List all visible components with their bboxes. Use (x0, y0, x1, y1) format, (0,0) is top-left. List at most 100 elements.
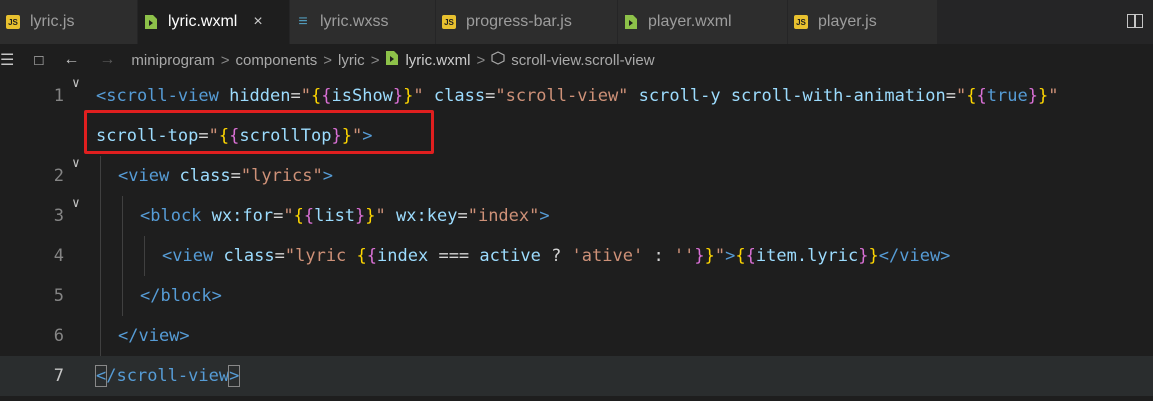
code-token: { (976, 86, 987, 106)
tab-label: player.wxml (648, 13, 732, 30)
line-number: 3 (53, 206, 64, 226)
code-token: === (428, 246, 480, 266)
code-token: } (694, 246, 705, 266)
tab-lyric-wxml[interactable]: lyric.wxml × (138, 0, 290, 44)
line-number: 6 (53, 326, 64, 346)
code-token: class (179, 166, 231, 186)
code-line[interactable]: 5 </block> (0, 276, 1153, 316)
editor-tab-bar: JS lyric.js lyric.wxml × ≡ lyric.wxss JS progre… (0, 0, 1153, 44)
code-text: <block wx:for="{{list}}" wx:key="index"> (140, 196, 550, 236)
code-token: " (283, 206, 294, 226)
split-editor-icon[interactable] (1127, 14, 1143, 28)
breadcrumb-item-lyric[interactable]: lyric (338, 52, 365, 69)
code-token: "index" (467, 206, 540, 226)
line-number: 2 (53, 166, 64, 186)
code-line[interactable]: 6 </view> (0, 316, 1153, 356)
annotation-highlight-box (84, 110, 434, 154)
code-line[interactable]: 3 ∨ <block wx:for="{{list}}" wx:key="index… (0, 196, 1153, 236)
fold-chevron-icon[interactable]: ∨ (72, 64, 80, 104)
code-token: " (956, 86, 967, 106)
code-token: " (375, 206, 386, 226)
code-token: } (403, 86, 414, 106)
css-file-icon: ≡ (298, 13, 308, 30)
code-line[interactable]: 7 </scroll-view> (0, 356, 1153, 396)
js-file-icon: JS (6, 15, 20, 29)
code-token: = (290, 86, 301, 106)
wxml-file-icon (624, 15, 638, 29)
code-token: class (433, 86, 486, 106)
tab-progress-bar-js[interactable]: JS progress-bar.js (436, 0, 618, 44)
code-token: > (228, 365, 241, 387)
tab-lyric-js[interactable]: JS lyric.js (0, 0, 138, 44)
code-text: </view> (118, 316, 190, 356)
code-text: </block> (140, 276, 222, 316)
code-token: } (858, 246, 869, 266)
code-line[interactable]: 2 ∨ <view class="lyrics"> (0, 156, 1153, 196)
code-text: <view class="lyrics"> (118, 156, 333, 196)
breadcrumb-separator: > (220, 51, 230, 69)
code-token: "scroll-view" (495, 86, 629, 106)
code-token: { (321, 86, 332, 106)
code-token: scroll-with-animation (730, 86, 946, 106)
code-token: </block> (140, 286, 222, 306)
breadcrumb-item-symbol[interactable]: scroll-view.scroll-view (511, 52, 654, 69)
symbol-icon (491, 51, 505, 69)
code-token: class (223, 246, 275, 266)
code-token: " (300, 86, 311, 106)
breadcrumb-item-miniprogram[interactable]: miniprogram (131, 52, 214, 69)
breadcrumb: ☰ □ ← → miniprogram > components > lyric… (0, 44, 1153, 76)
code-token: ? (540, 246, 572, 266)
wxml-file-icon (144, 15, 158, 29)
code-token: > (322, 166, 334, 186)
tab-player-js[interactable]: JS player.js (788, 0, 938, 44)
code-token: index (377, 246, 429, 266)
code-token: > (725, 246, 736, 266)
tab-label: player.js (818, 13, 877, 30)
bookmark-icon[interactable]: □ (34, 52, 43, 69)
code-token: " (1048, 86, 1059, 106)
code-token: < (94, 365, 108, 387)
code-token: = (457, 206, 468, 226)
js-file-icon: JS (794, 15, 808, 29)
code-token: /scroll-view (106, 366, 230, 386)
line-number: 5 (53, 286, 64, 306)
code-token: <view (162, 246, 214, 266)
tab-label: lyric.wxml (168, 13, 238, 30)
code-token: <view (118, 166, 170, 186)
code-token: '' (673, 246, 695, 266)
code-token: } (365, 206, 376, 226)
breadcrumb-item-components[interactable]: components (236, 52, 318, 69)
forward-arrow-icon[interactable]: → (99, 51, 115, 69)
tab-label: progress-bar.js (466, 13, 572, 30)
code-token: } (355, 206, 366, 226)
code-token: } (1027, 86, 1038, 106)
breadcrumb-separator: > (323, 51, 333, 69)
code-line[interactable]: 4 <view class="lyric {{index === active ?… (0, 236, 1153, 276)
code-token: scroll-y (638, 86, 721, 106)
code-token: } (868, 246, 879, 266)
code-token: = (274, 246, 285, 266)
breadcrumb-separator: > (370, 51, 380, 69)
tab-lyric-wxss[interactable]: ≡ lyric.wxss (290, 0, 436, 44)
code-token: " (413, 86, 424, 106)
fold-chevron-icon[interactable]: ∨ (72, 144, 80, 184)
code-text: </scroll-view> (94, 356, 241, 396)
code-token: </view> (118, 326, 190, 346)
line-number: 4 (53, 246, 64, 266)
breadcrumb-item-file[interactable]: lyric.wxml (405, 52, 470, 69)
code-token: { (966, 86, 977, 106)
fold-chevron-icon[interactable]: ∨ (72, 184, 80, 224)
code-token: wx:for (211, 206, 274, 226)
code-token: list (314, 206, 356, 226)
code-token: } (704, 246, 715, 266)
list-icon[interactable]: ☰ (0, 50, 14, 70)
code-token: " (714, 246, 726, 266)
tab-player-wxml[interactable]: player.wxml (618, 0, 788, 44)
close-tab-icon[interactable]: × (253, 13, 262, 31)
code-token: 'ative' (571, 246, 644, 266)
